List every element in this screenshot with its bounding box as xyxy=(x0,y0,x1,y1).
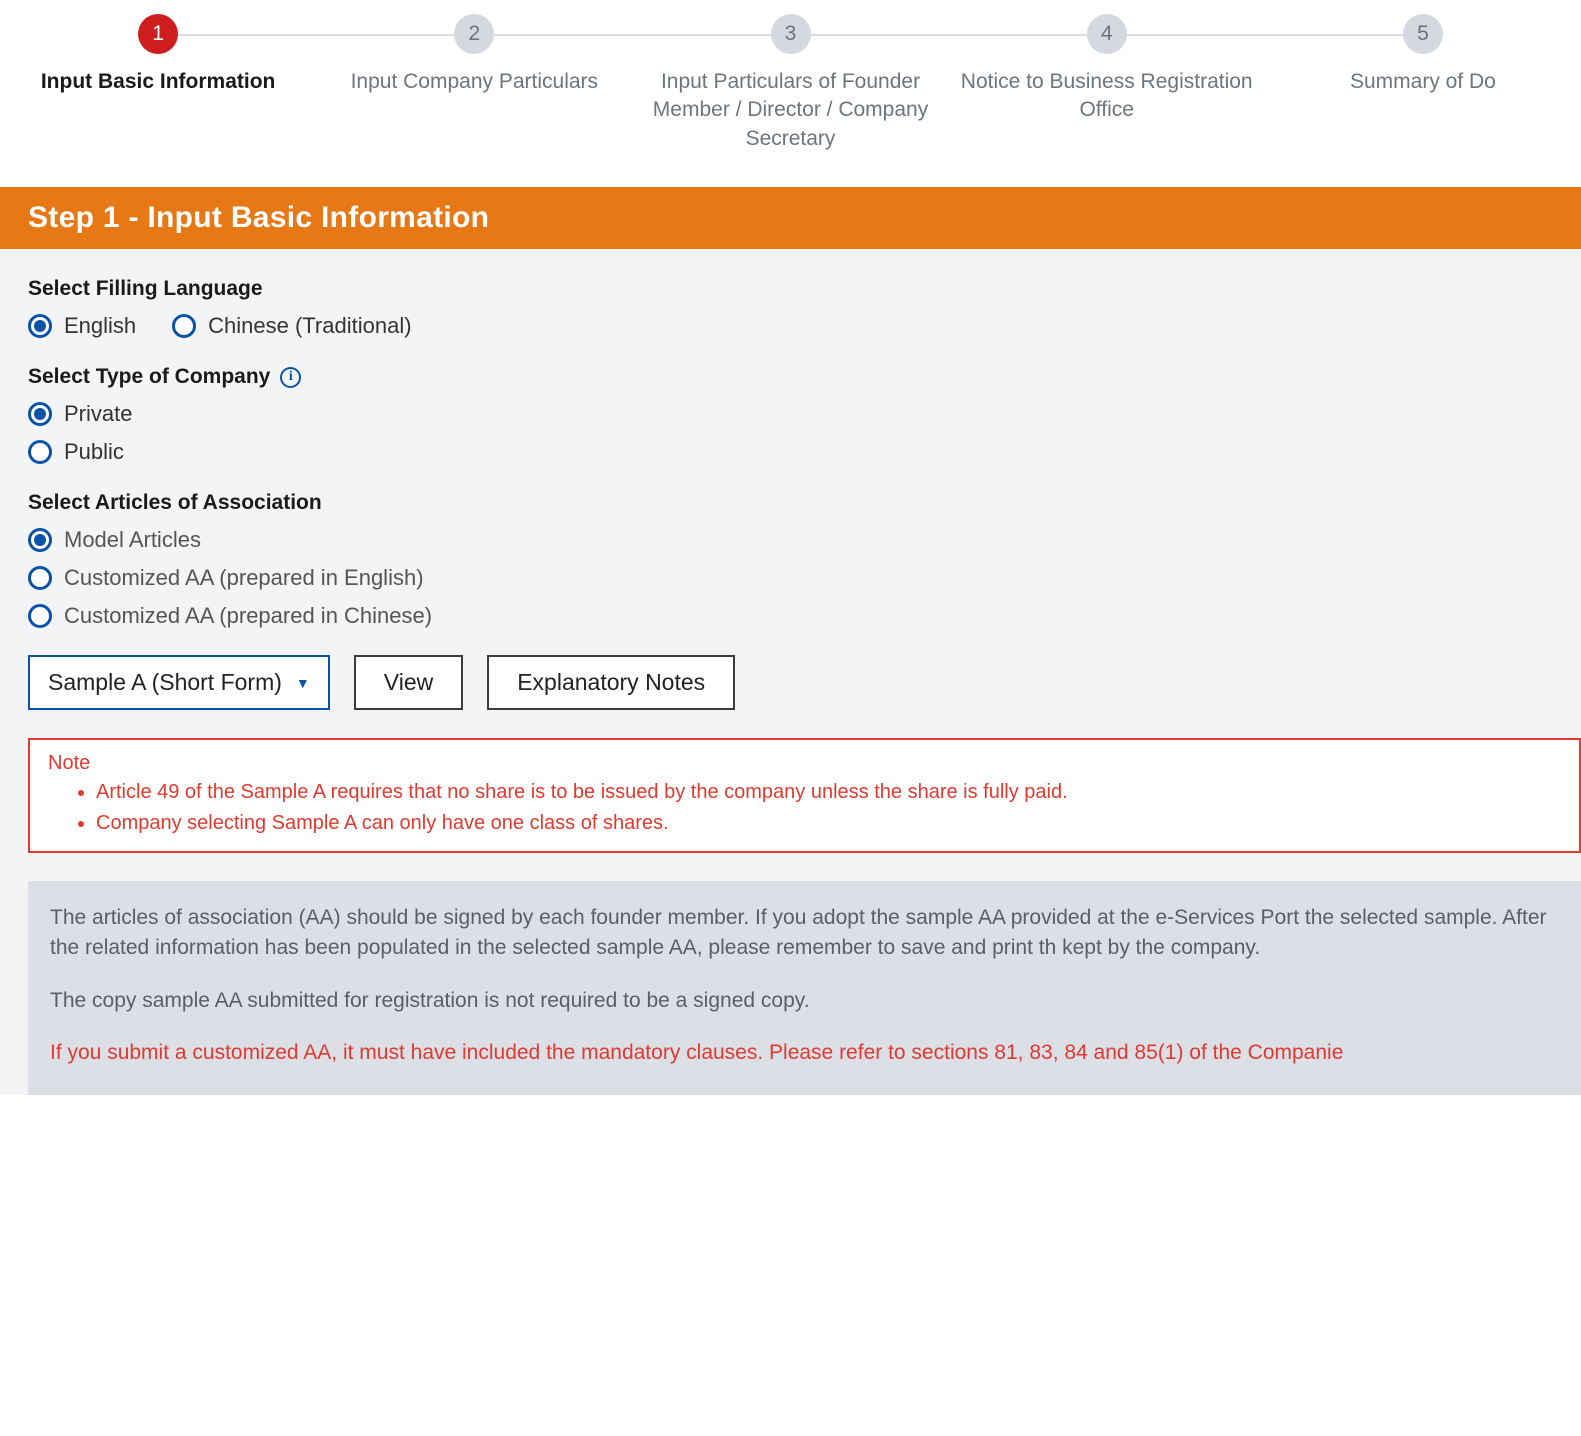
step-2-label: Input Company Particulars xyxy=(322,68,626,96)
step-4[interactable]: 4 Notice to Business Registration Office xyxy=(949,14,1265,125)
radio-language-english[interactable]: English xyxy=(28,313,136,339)
radio-language-chinese[interactable]: Chinese (Traditional) xyxy=(172,313,411,339)
group-language-label: Select Filling Language xyxy=(28,277,1581,301)
group-language: Select Filling Language English Chinese … xyxy=(28,277,1581,339)
radio-articles-custom-en[interactable]: Customized AA (prepared in English) xyxy=(28,565,1581,591)
radio-dot-icon xyxy=(28,402,52,426)
radio-company-private-label: Private xyxy=(64,401,132,427)
radio-dot-icon xyxy=(28,566,52,590)
explanatory-notes-button[interactable]: Explanatory Notes xyxy=(487,655,735,710)
group-articles: Select Articles of Association Model Art… xyxy=(28,491,1581,629)
sample-select[interactable]: Sample A (Short Form) ▼ xyxy=(28,655,330,710)
radio-dot-icon xyxy=(28,528,52,552)
group-company-type: Select Type of Company i Private Public xyxy=(28,365,1581,465)
radio-company-private[interactable]: Private xyxy=(28,401,1581,427)
view-button[interactable]: View xyxy=(354,655,463,710)
step-2-number: 2 xyxy=(454,14,494,54)
radio-language-english-label: English xyxy=(64,313,136,339)
radio-dot-icon xyxy=(28,314,52,338)
radio-articles-custom-en-label: Customized AA (prepared in English) xyxy=(64,565,424,591)
step-5-number: 5 xyxy=(1403,14,1443,54)
radio-articles-model-label: Model Articles xyxy=(64,527,201,553)
group-company-type-label: Select Type of Company xyxy=(28,365,270,389)
step-4-number: 4 xyxy=(1087,14,1127,54)
note-item-2: Company selecting Sample A can only have… xyxy=(96,810,1561,837)
action-row: Sample A (Short Form) ▼ View Explanatory… xyxy=(28,655,1581,710)
step-5[interactable]: 5 Summary of Do xyxy=(1265,14,1581,96)
note-item-1: Article 49 of the Sample A requires that… xyxy=(96,779,1561,806)
group-articles-label: Select Articles of Association xyxy=(28,491,1581,515)
info-panel: The articles of association (AA) should … xyxy=(28,881,1581,1095)
step-1[interactable]: 1 Input Basic Information xyxy=(0,14,316,96)
form-body: Select Filling Language English Chinese … xyxy=(0,249,1581,1095)
radio-company-public-label: Public xyxy=(64,439,124,465)
step-2[interactable]: 2 Input Company Particulars xyxy=(316,14,632,96)
note-title: Note xyxy=(48,752,1561,775)
radio-language-chinese-label: Chinese (Traditional) xyxy=(208,313,411,339)
section-title-bar: Step 1 - Input Basic Information xyxy=(0,187,1581,249)
step-1-number: 1 xyxy=(138,14,178,54)
radio-articles-custom-zh-label: Customized AA (prepared in Chinese) xyxy=(64,603,432,629)
section-title: Step 1 - Input Basic Information xyxy=(28,201,489,234)
step-5-label: Summary of Do xyxy=(1271,68,1575,96)
radio-dot-icon xyxy=(28,604,52,628)
sample-select-value: Sample A (Short Form) xyxy=(48,669,282,696)
info-icon[interactable]: i xyxy=(280,367,301,388)
stepper: 1 Input Basic Information 2 Input Compan… xyxy=(0,0,1581,187)
step-3-number: 3 xyxy=(771,14,811,54)
info-paragraph-2: The copy sample AA submitted for registr… xyxy=(50,986,1559,1016)
radio-articles-custom-zh[interactable]: Customized AA (prepared in Chinese) xyxy=(28,603,1581,629)
radio-dot-icon xyxy=(172,314,196,338)
step-3-label: Input Particulars of Founder Member / Di… xyxy=(638,68,942,153)
note-box: Note Article 49 of the Sample A requires… xyxy=(28,738,1581,853)
radio-company-public[interactable]: Public xyxy=(28,439,1581,465)
info-paragraph-1: The articles of association (AA) should … xyxy=(50,903,1559,964)
info-paragraph-3-warning: If you submit a customized AA, it must h… xyxy=(50,1038,1559,1068)
caret-down-icon: ▼ xyxy=(296,675,310,691)
radio-articles-model[interactable]: Model Articles xyxy=(28,527,1581,553)
radio-dot-icon xyxy=(28,440,52,464)
step-1-label: Input Basic Information xyxy=(6,68,310,96)
step-4-label: Notice to Business Registration Office xyxy=(955,68,1259,125)
